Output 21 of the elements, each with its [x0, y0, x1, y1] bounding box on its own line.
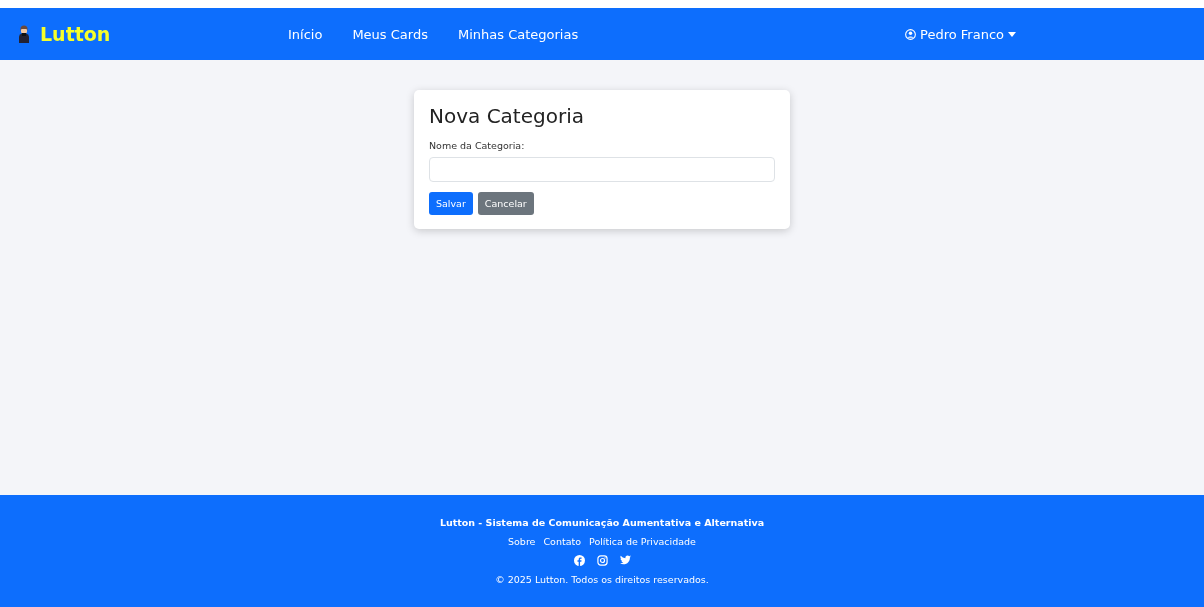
footer-title: Lutton - Sistema de Comunicação Aumentativa e Alternativa [439, 517, 765, 528]
instagram-icon[interactable] [596, 555, 608, 566]
facebook-icon[interactable] [573, 555, 585, 566]
save-button[interactable]: Salvar [429, 192, 473, 215]
caret-icon [1008, 31, 1016, 37]
cancel-button[interactable]: Cancelar [477, 192, 534, 215]
input-field[interactable] [429, 157, 775, 182]
field-label: Nome da Categoria: [429, 140, 526, 151]
nav-link[interactable]: Meus Cards [352, 26, 428, 42]
brand-name[interactable]: Lutton [40, 23, 111, 45]
form-title: Nova Categoria [429, 104, 585, 128]
nav-link[interactable]: Minhas Categorias [457, 26, 579, 42]
user-menu[interactable]: Pedro Franco [905, 26, 1016, 42]
user-icon [905, 28, 917, 40]
footer-link[interactable]: Política de Privacidade [589, 536, 696, 547]
footer-link[interactable]: Contato [543, 536, 581, 547]
person-icon [18, 25, 30, 43]
copyright-text: © 2025 Lutton. Todos os direitos reservados. [495, 574, 709, 585]
footer-link[interactable]: Sobre [508, 536, 536, 547]
bird-icon[interactable] [619, 555, 631, 565]
nav-link[interactable]: Início [288, 26, 323, 42]
